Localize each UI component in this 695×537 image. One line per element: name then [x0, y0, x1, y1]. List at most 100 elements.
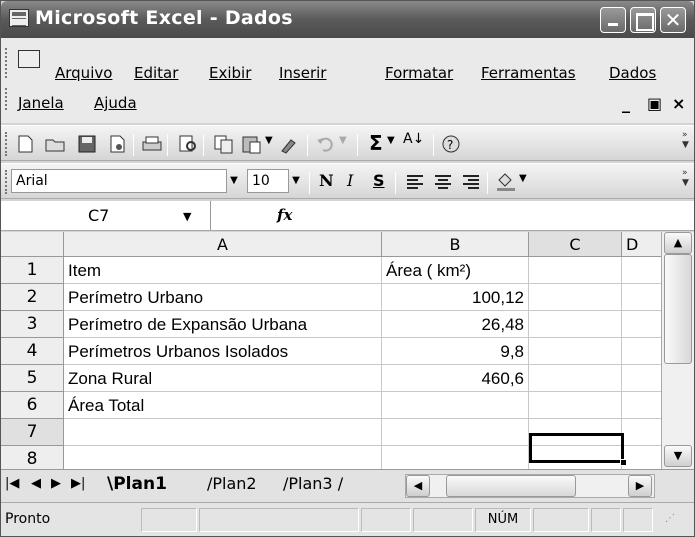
row-header[interactable]: 1: [1, 257, 64, 284]
vertical-scroll-thumb[interactable]: [664, 254, 692, 364]
column-header-a[interactable]: A: [64, 232, 382, 257]
document-icon[interactable]: [18, 50, 40, 68]
row-header[interactable]: 8: [1, 446, 64, 469]
cell-d6[interactable]: [622, 392, 661, 419]
doc-restore-icon[interactable]: ▣: [647, 94, 662, 113]
cell-c6[interactable]: [529, 392, 622, 419]
cell-c1[interactable]: [529, 257, 622, 284]
font-size-combo[interactable]: 10: [247, 169, 289, 193]
cell-a4[interactable]: Perímetros Urbanos Isolados: [64, 338, 382, 365]
font-name-combo[interactable]: Arial: [11, 169, 227, 193]
menu-arquivo[interactable]: Arquivo: [55, 64, 112, 82]
cell-c5[interactable]: [529, 365, 622, 392]
menu-ferramentas[interactable]: Ferramentas: [481, 64, 576, 82]
last-sheet-icon[interactable]: ▶|: [71, 476, 85, 491]
cell-d2[interactable]: [622, 284, 661, 311]
menu-editar[interactable]: Editar: [134, 64, 178, 82]
cell-a1[interactable]: Item: [64, 257, 382, 284]
sheet-tab-plan1[interactable]: \Plan1: [107, 474, 167, 494]
cell-b7[interactable]: [382, 419, 529, 446]
cell-d8[interactable]: [622, 446, 661, 469]
autosum-dropdown-icon[interactable]: ▼: [387, 135, 395, 146]
cell-c3[interactable]: [529, 311, 622, 338]
cell-d4[interactable]: [622, 338, 661, 365]
cell-b3[interactable]: 26,48: [382, 311, 529, 338]
format-painter-icon[interactable]: [279, 134, 299, 154]
cell-c2[interactable]: [529, 284, 622, 311]
font-name-dropdown-icon[interactable]: ▼: [227, 169, 241, 193]
sheet-tab-plan3[interactable]: /Plan3 /: [283, 474, 343, 493]
scroll-right-icon[interactable]: ▶: [628, 475, 652, 497]
cell-a5[interactable]: Zona Rural: [64, 365, 382, 392]
fill-handle[interactable]: [620, 459, 627, 466]
new-document-icon[interactable]: [15, 134, 35, 154]
horizontal-scroll-thumb[interactable]: [446, 475, 576, 497]
excel-app-icon[interactable]: [9, 9, 29, 27]
align-left-icon[interactable]: [405, 172, 425, 192]
print-icon[interactable]: [141, 134, 162, 154]
scroll-down-icon[interactable]: ▼: [664, 445, 692, 467]
vertical-scrollbar[interactable]: ▲ ▼: [661, 232, 694, 469]
bold-button[interactable]: N: [319, 171, 334, 190]
name-box-dropdown-icon[interactable]: ▼: [183, 210, 191, 223]
column-header-d[interactable]: D: [622, 232, 661, 257]
open-folder-icon[interactable]: [45, 134, 65, 154]
prev-sheet-icon[interactable]: ◀: [31, 476, 41, 491]
underline-button[interactable]: S: [373, 171, 385, 190]
undo-icon[interactable]: [315, 134, 335, 154]
permission-icon[interactable]: [107, 134, 127, 154]
menu-dados[interactable]: Dados: [609, 64, 656, 82]
row-header[interactable]: 6: [1, 392, 64, 419]
undo-dropdown-icon[interactable]: ▼: [339, 135, 347, 146]
cell-a7[interactable]: [64, 419, 382, 446]
sheet-tab-plan2[interactable]: /Plan2: [207, 474, 257, 493]
help-icon[interactable]: ?: [441, 134, 461, 154]
toolbar-grip[interactable]: [5, 132, 8, 156]
cell-a3[interactable]: Perímetro de Expansão Urbana: [64, 311, 382, 338]
cell-d1[interactable]: [622, 257, 661, 284]
cell-a8[interactable]: [64, 446, 382, 469]
maximize-button[interactable]: [630, 7, 656, 33]
cell-c4[interactable]: [529, 338, 622, 365]
cell-d7[interactable]: [622, 419, 661, 446]
doc-minimize-icon[interactable]: _: [622, 94, 630, 113]
cell-b8[interactable]: [382, 446, 529, 469]
fx-icon[interactable]: fx: [277, 206, 292, 224]
menu-grip-2[interactable]: [5, 88, 8, 110]
cell-b5[interactable]: 460,6: [382, 365, 529, 392]
fill-color-dropdown-icon[interactable]: ▼: [519, 173, 527, 184]
sort-ascending-icon[interactable]: A↓: [403, 131, 424, 147]
cell-d5[interactable]: [622, 365, 661, 392]
scroll-left-icon[interactable]: ◀: [406, 475, 430, 497]
paste-icon[interactable]: [241, 134, 261, 154]
menu-formatar[interactable]: Formatar: [385, 64, 453, 82]
cell-b4[interactable]: 9,8: [382, 338, 529, 365]
align-center-icon[interactable]: [433, 172, 453, 192]
fill-color-icon[interactable]: [495, 172, 515, 192]
minimize-button[interactable]: [600, 7, 626, 33]
menu-inserir[interactable]: Inserir: [279, 64, 326, 82]
toolbar-options-icon[interactable]: » ▼: [682, 168, 692, 188]
column-header-b[interactable]: B: [382, 232, 529, 257]
doc-close-icon[interactable]: ×: [672, 94, 685, 113]
cell-b2[interactable]: 100,12: [382, 284, 529, 311]
first-sheet-icon[interactable]: |◀: [5, 476, 19, 491]
italic-button[interactable]: I: [347, 171, 353, 190]
cell-b1[interactable]: Área ( km²): [382, 257, 529, 284]
column-header-c[interactable]: C: [529, 232, 622, 257]
cell-d3[interactable]: [622, 311, 661, 338]
print-preview-icon[interactable]: [177, 134, 197, 154]
row-header[interactable]: 5: [1, 365, 64, 392]
row-header[interactable]: 3: [1, 311, 64, 338]
row-header[interactable]: 2: [1, 284, 64, 311]
horizontal-scrollbar[interactable]: ◀ ▶: [405, 474, 655, 498]
menu-ajuda[interactable]: Ajuda: [94, 94, 137, 112]
copy-icon[interactable]: [213, 134, 233, 154]
next-sheet-icon[interactable]: ▶: [51, 476, 61, 491]
autosum-icon[interactable]: Σ: [369, 131, 383, 155]
row-header[interactable]: 4: [1, 338, 64, 365]
paste-dropdown-icon[interactable]: ▼: [265, 135, 273, 146]
save-icon[interactable]: [77, 134, 97, 154]
toolbar-options-icon[interactable]: » ▼: [682, 130, 692, 150]
menu-exibir[interactable]: Exibir: [209, 64, 251, 82]
